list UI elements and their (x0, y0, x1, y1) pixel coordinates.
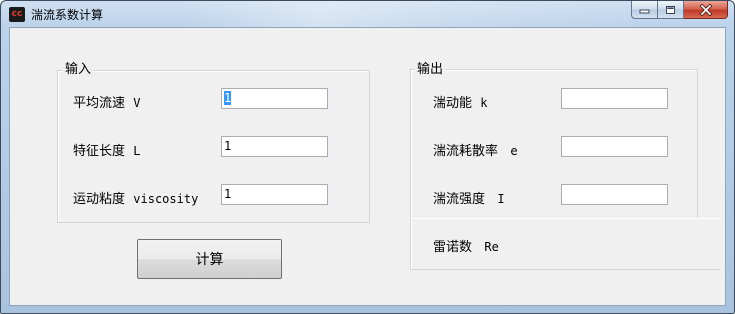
kinematic-viscosity-input[interactable]: 1 (221, 184, 328, 205)
turbulent-kinetic-energy-label: 湍动能 k (433, 95, 488, 112)
minimize-button[interactable] (631, 1, 658, 19)
kinematic-viscosity-value: 1 (224, 187, 232, 201)
dissipation-rate-output[interactable] (561, 136, 668, 157)
reynolds-number-label: 雷诺数 Re (433, 239, 499, 256)
window-title: 湍流系数计算 (31, 8, 104, 22)
maximize-button[interactable] (658, 1, 684, 19)
dissipation-rate-label: 湍流耗散率 e (433, 143, 518, 160)
turbulent-kinetic-energy-symbol: k (480, 96, 488, 110)
mean-velocity-symbol: V (133, 96, 141, 110)
turbulence-intensity-output[interactable] (561, 184, 668, 205)
dialog-client-area: 输入 平均流速 V 1 特征长度 L 1 运动粘度 viscosity 1 计算… (9, 27, 726, 306)
turbulence-intensity-label: 湍流强度 I (433, 191, 505, 208)
reynolds-number-label-text: 雷诺数 (433, 240, 473, 255)
mean-velocity-label-text: 平均流速 (73, 96, 126, 111)
input-group-label: 输入 (63, 62, 94, 77)
minimize-icon (639, 9, 650, 14)
close-button[interactable] (684, 1, 728, 19)
dissipation-rate-label-text: 湍流耗散率 (433, 144, 499, 159)
calculate-button[interactable]: 计算 (137, 239, 282, 279)
app-icon[interactable]: cc (9, 7, 25, 22)
characteristic-length-symbol: L (133, 144, 141, 158)
turbulent-kinetic-energy-label-text: 湍动能 (433, 96, 473, 111)
title-bar[interactable]: cc 湍流系数计算 (1, 1, 734, 27)
close-icon (699, 3, 712, 16)
kinematic-viscosity-label: 运动粘度 viscosity (73, 191, 198, 208)
title-bar-glass (181, 1, 641, 27)
maximize-icon (666, 5, 675, 14)
turbulent-kinetic-energy-output[interactable] (561, 88, 668, 109)
characteristic-length-label-text: 特征长度 (73, 144, 126, 159)
mean-velocity-label: 平均流速 V (73, 95, 141, 112)
mean-velocity-input[interactable]: 1 (221, 88, 328, 109)
caption-buttons (631, 1, 728, 20)
output-group-label: 输出 (415, 62, 446, 77)
characteristic-length-value: 1 (224, 139, 232, 153)
app-window: cc 湍流系数计算 输入 平均流速 V 1 特征长度 L 1 运动粘度 visc… (0, 0, 735, 314)
kinematic-viscosity-symbol: viscosity (133, 192, 199, 206)
characteristic-length-input[interactable]: 1 (221, 136, 328, 157)
characteristic-length-label: 特征长度 L (73, 143, 141, 160)
dissipation-rate-symbol: e (510, 144, 518, 158)
turbulence-intensity-symbol: I (497, 192, 505, 206)
mean-velocity-value: 1 (224, 91, 232, 105)
turbulence-intensity-label-text: 湍流强度 (433, 192, 486, 207)
reynolds-number-symbol: Re (484, 240, 499, 254)
kinematic-viscosity-label-text: 运动粘度 (73, 192, 126, 207)
